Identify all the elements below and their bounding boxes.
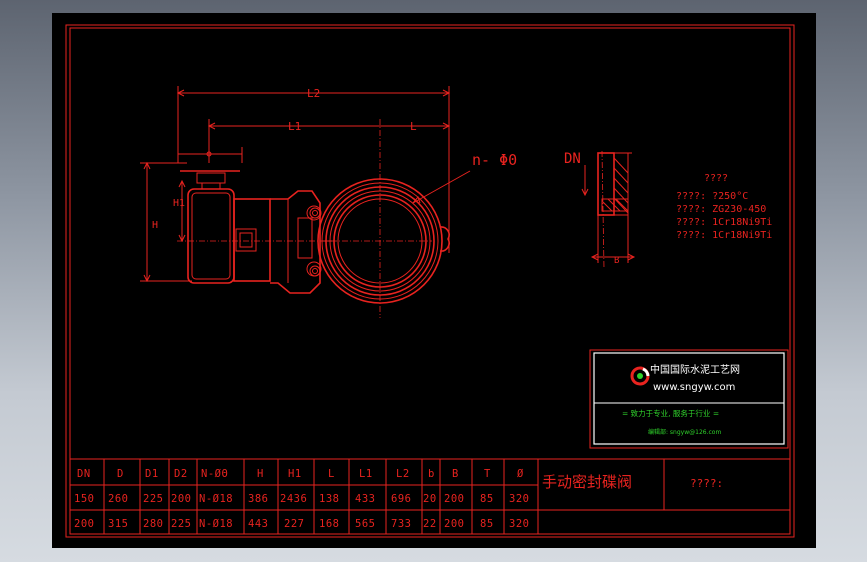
dim-H: H	[152, 220, 158, 231]
table-cell: 200	[171, 493, 191, 505]
table-cell: 200	[444, 493, 464, 505]
parts-table: DN D D1 D2 N-ØΘ H H1 L L1 L2 b B T Ø 150…	[69, 458, 791, 535]
table-cell: 85	[480, 493, 494, 505]
header-h1: H1	[288, 468, 302, 480]
valve-front-view: L2 L1 L H H1 n- Φ0	[140, 86, 517, 318]
header-dn: DN	[77, 468, 91, 480]
note-line-2: ????: ZG230-450	[676, 204, 766, 215]
note-line-1: ????: ?250°C	[676, 191, 748, 202]
dim-B: B	[614, 256, 619, 266]
table-cell: 320	[509, 518, 529, 530]
header-h: H	[257, 468, 264, 480]
header-l1: L1	[359, 468, 373, 480]
table-cell: 433	[355, 493, 375, 505]
notes-block: ???? ????: ?250°C ????: ZG230-450 ????: …	[676, 173, 772, 241]
dim-L: L	[410, 120, 417, 133]
dim-L2: L2	[307, 87, 320, 100]
table-cell: N-Ø18	[199, 493, 233, 505]
table-cell: N-Ø18	[199, 518, 233, 530]
valve-section-view: DN B	[564, 150, 636, 270]
dim-H1: H1	[173, 198, 185, 209]
table-cell: 168	[319, 518, 339, 530]
table-cell: 696	[391, 493, 411, 505]
header-l: L	[328, 468, 335, 480]
table-cell: 85	[480, 518, 494, 530]
table-cell: 200	[74, 518, 94, 530]
table-cell: 315	[108, 518, 128, 530]
note-line-4: ????: 1Cr18Ni9Ti	[676, 230, 772, 241]
table-cell: 733	[391, 518, 411, 530]
header-b-small: b	[428, 468, 435, 480]
header-d2: D2	[174, 468, 188, 480]
header-phi: Ø	[517, 468, 524, 480]
notes-title: ????	[704, 173, 728, 184]
table-cell: 20	[423, 493, 437, 505]
table-cell: 565	[355, 518, 375, 530]
table-cell: 320	[509, 493, 529, 505]
header-d: D	[117, 468, 124, 480]
table-cell: 150	[74, 493, 94, 505]
logo-slogan: = 致力于专业, 服务于行业 =	[622, 408, 719, 418]
header-n-hole: N-ØΘ	[201, 468, 228, 480]
table-cell: 386	[248, 493, 268, 505]
drawing-number: ????:	[690, 477, 723, 490]
table-cell: 227	[284, 518, 304, 530]
table-cell: 138	[319, 493, 339, 505]
logo-url: www.sngyw.com	[653, 382, 735, 393]
logo-cn-name: 中国国际水泥工艺网	[650, 363, 740, 376]
drawing-sheet: L2 L1 L H H1 n- Φ0 DN B ???? ????: ?250°…	[52, 13, 816, 548]
table-cell: 225	[143, 493, 163, 505]
table-cell: 2436	[280, 493, 307, 505]
table-cell: 260	[108, 493, 128, 505]
table-cell: 280	[143, 518, 163, 530]
dim-L1: L1	[288, 120, 301, 133]
table-cell: 200	[444, 518, 464, 530]
drawing-title: 手动密封碟阀	[542, 473, 632, 491]
table-cell: 225	[171, 518, 191, 530]
header-b: B	[452, 468, 459, 480]
dim-hole: n- Φ0	[472, 151, 517, 169]
header-t: T	[484, 468, 491, 480]
header-l2: L2	[396, 468, 410, 480]
header-d1: D1	[145, 468, 159, 480]
cad-drawing: L2 L1 L H H1 n- Φ0 DN B ???? ????: ?250°…	[65, 24, 795, 538]
logo-contact: 编辑部: sngyw@126.com	[648, 428, 721, 436]
table-cell: 22	[423, 518, 437, 530]
logo-block: 中国国际水泥工艺网 www.sngyw.com = 致力于专业, 服务于行业 =…	[589, 349, 789, 449]
dim-DN: DN	[564, 151, 581, 167]
note-line-3: ????: 1Cr18Ni9Ti	[676, 217, 772, 228]
table-cell: 443	[248, 518, 268, 530]
